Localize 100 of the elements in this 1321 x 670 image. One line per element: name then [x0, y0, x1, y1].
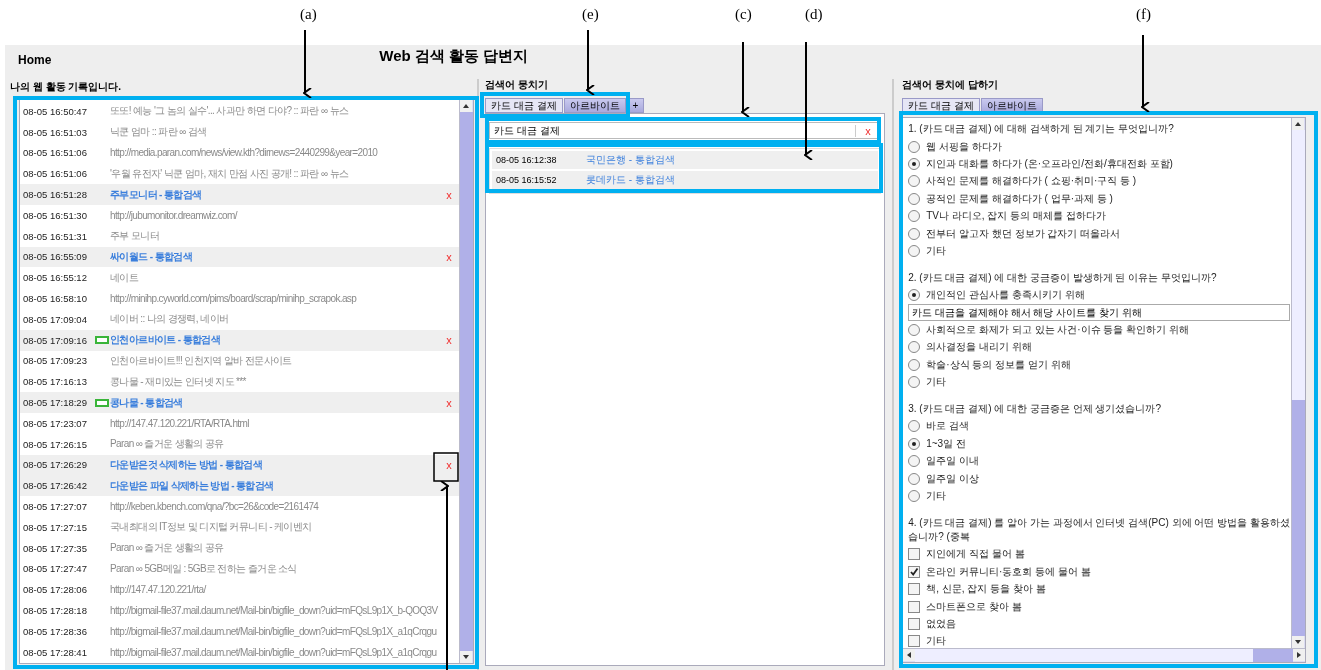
row-text: http://jubumonitor.dreamwiz.com/ — [110, 209, 239, 221]
radio-button[interactable] — [908, 489, 921, 502]
row-text: http://147.47.120.221/rta/ — [110, 584, 208, 596]
row-text: 네이버 :: 나의 경쟁력, 네이버 — [110, 312, 230, 327]
radio-button[interactable] — [908, 210, 921, 223]
row-time: 08-05 17:27:35 — [22, 542, 88, 554]
row-text: 또또! 예능 '그 놈의 실수'... 사과만 하면 다야? :: 파란 ∞ 뉴스 — [110, 104, 350, 119]
tab[interactable]: 아르바이트 — [563, 98, 626, 113]
option-label: 사적인 문제를 해결하다가 ( 쇼핑·취미·구직 등 ) — [926, 174, 1137, 189]
remove-button[interactable]: x — [441, 334, 457, 347]
row-text: http://bigmail-file37.mail.daum.net/Mail-bin/bigfile_down?uid=mFQsL9p1X_a1qCrqgu — [110, 646, 438, 658]
option-label: 없었음 — [926, 616, 957, 631]
row-time: 08-05 16:51:06 — [22, 147, 88, 159]
radio-button[interactable] — [908, 227, 921, 240]
radio-button[interactable] — [908, 437, 921, 450]
remove-button[interactable]: x — [441, 250, 457, 263]
radio-button[interactable] — [908, 140, 921, 153]
question-text: 4. (카드 대금 결제) 를 알아 가는 과정에서 인터넷 검색(PC) 외에 어떤 방법을 활용하셨습니까? (중복 — [908, 515, 1291, 544]
row-text: Paran ∞ 즐거운 생활의 공유 — [110, 437, 225, 452]
annotation-label: (e) — [582, 6, 599, 23]
search-row[interactable]: 08-05 17:26:42 다운받은 파일 삭제하는 방법 - 통합검색 — [20, 475, 459, 497]
option-label: 기타 — [926, 488, 947, 503]
radio-button[interactable] — [908, 358, 921, 371]
row-time: 08-05 17:26:42 — [22, 480, 88, 492]
row-time: 08-05 17:18:29 — [22, 397, 88, 409]
panel-title: 검색어 뭉치에 답하기 — [902, 79, 998, 90]
row-time: 08-05 16:12:38 — [495, 155, 558, 165]
checkbox[interactable] — [908, 548, 921, 561]
row-text: 다운받은것 삭제하는 방법 - 통합검색 — [110, 457, 264, 472]
scroll-down-icon[interactable] — [460, 651, 472, 663]
radio-button[interactable] — [908, 158, 921, 171]
option-label: 개인적인 관심사를 충족시키기 위해 — [926, 288, 1085, 303]
radio-button[interactable] — [908, 376, 921, 388]
checkbox[interactable] — [908, 600, 921, 613]
option-label: 책, 신문, 잡지 등을 찾아 봄 — [926, 582, 1046, 597]
radio-button[interactable] — [908, 175, 921, 188]
option-label: 공적인 문제를 해결하다가 ( 업무·과제 등 ) — [926, 191, 1113, 206]
scroll-right-icon[interactable] — [1293, 649, 1306, 661]
row-time: 08-05 16:58:10 — [22, 293, 88, 305]
row-text: Paran ∞ 5GB메일 : 5GB로 전하는 즐거운 소식 — [110, 561, 298, 576]
radio-button[interactable] — [908, 341, 921, 354]
option-label: TV나 라디오, 잡지 등의 매체를 접하다가 — [926, 209, 1106, 224]
radio-button[interactable] — [908, 289, 921, 302]
row-text: 인천아르바이트!!! 인천지역 알바 전문사이트 — [110, 353, 293, 368]
scrollbar[interactable] — [903, 648, 1306, 662]
option-label: 1~3일 전 — [926, 436, 966, 451]
annotation-label: (f) — [1136, 6, 1151, 23]
row-time: 08-05 17:27:07 — [22, 501, 88, 513]
checkbox[interactable] — [908, 635, 921, 648]
row-time: 08-05 16:55:09 — [22, 251, 88, 263]
option-label: 학술·상식 등의 정보를 얻기 위해 — [926, 357, 1071, 372]
scroll-up-icon[interactable] — [1292, 118, 1305, 130]
scroll-down-icon[interactable] — [1292, 636, 1305, 648]
answer-field[interactable]: 카드 대금을 결제해야 해서 해당 사이트를 찾기 위해 — [908, 304, 1291, 322]
radio-button[interactable] — [908, 455, 921, 468]
scroll-up-icon[interactable] — [460, 100, 472, 112]
remove-button[interactable]: x — [441, 458, 457, 471]
panel-title: 나의 웹 활동 기록입니다. — [10, 81, 122, 92]
row-text: 인천아르바이트 - 통합검색 — [110, 333, 222, 348]
row-time: 08-05 17:28:36 — [22, 625, 88, 637]
row-text: 다운받은 파일 삭제하는 방법 - 통합검색 — [110, 478, 275, 493]
result-row[interactable]: 08-05 16:12:38 국민은행 - 통합검색 — [492, 151, 878, 169]
checkbox[interactable] — [908, 565, 921, 578]
radio-button[interactable] — [908, 420, 921, 433]
annotation-label: (c) — [735, 6, 752, 23]
remove-button[interactable]: x — [441, 396, 457, 409]
scrollbar[interactable] — [1291, 118, 1306, 648]
radio-button[interactable] — [908, 245, 921, 258]
row-time: 08-05 17:28:18 — [22, 605, 88, 616]
row-text: 네이트 — [110, 270, 140, 285]
row-text: 싸이월드 - 통합검색 — [110, 249, 194, 264]
row-time: 08-05 17:09:04 — [22, 313, 88, 325]
clear-button[interactable]: x — [855, 124, 880, 137]
result-row[interactable]: 08-05 16:15:52 롯데카드 - 통합검색 — [492, 171, 878, 189]
checkbox[interactable] — [908, 583, 921, 596]
search-row[interactable]: 08-05 17:26:29 다운받은것 삭제하는 방법 - 통합검색 x — [20, 454, 459, 476]
search-row[interactable]: 08-05 16:51:28 주부모니터 - 통합검색 x — [20, 184, 459, 205]
scroll-left-icon[interactable] — [903, 649, 916, 661]
search-row[interactable]: 08-05 16:55:09 싸이월드 - 통합검색 x — [20, 246, 459, 268]
search-row[interactable]: 08-05 17:18:29 콩나물 - 통합검색 x — [20, 392, 459, 413]
row-text: 닉쿤 엄마 :: 파란 ∞ 검색 — [110, 125, 208, 140]
scroll-thumb[interactable] — [1253, 649, 1294, 662]
option-label: 일주일 이상 — [926, 471, 979, 486]
annotation-arrow — [586, 29, 595, 96]
annotation-arrow — [303, 29, 312, 99]
radio-button[interactable] — [908, 472, 921, 485]
checkbox[interactable] — [908, 617, 921, 630]
tab[interactable]: 카드 대금 결제 — [485, 98, 563, 113]
remove-button[interactable]: x — [441, 188, 457, 201]
option-label: 바로 검색 — [926, 419, 969, 434]
radio-button[interactable] — [908, 323, 921, 336]
radio-button[interactable] — [908, 192, 921, 205]
row-text: http://bigmail-file37.mail.daum.net/Mail-bin/bigfile_down?uid=mFQsL9p1X_a1qCrqgu — [110, 625, 438, 637]
row-text: http://minihp.cyworld.com/pims/board/scrap/minihp_scrapok.asp — [110, 293, 358, 305]
row-time: 08-05 16:55:12 — [22, 272, 88, 284]
annotation-label: (a) — [300, 6, 317, 23]
option-label: 일주일 이내 — [926, 454, 979, 469]
scroll-thumb[interactable] — [1292, 400, 1306, 636]
row-time: 08-05 16:51:03 — [22, 126, 88, 138]
search-row[interactable]: 08-05 17:09:16 인천아르바이트 - 통합검색 x — [20, 329, 459, 351]
